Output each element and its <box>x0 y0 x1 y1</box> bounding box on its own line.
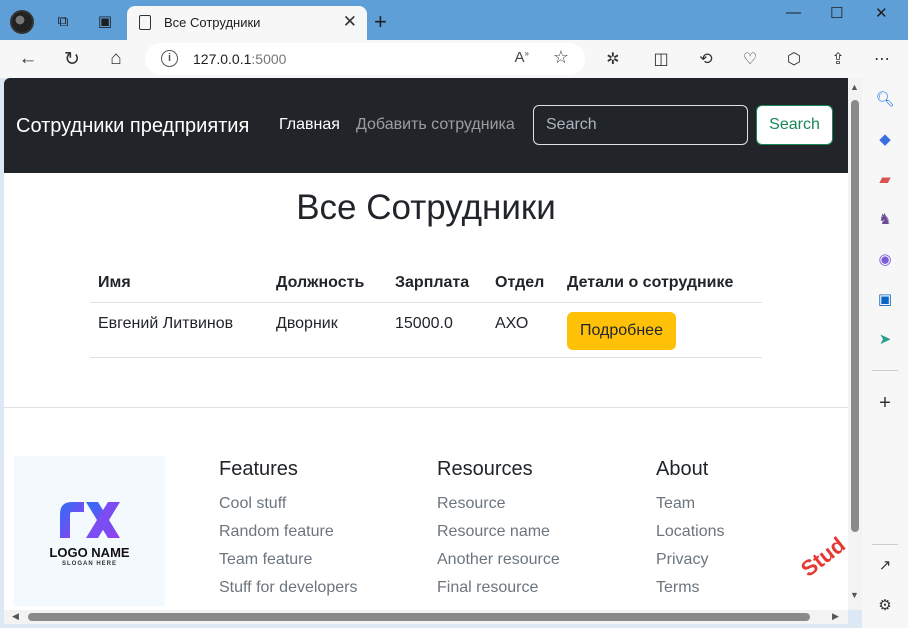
scroll-left-icon[interactable]: ◀ <box>12 611 19 622</box>
settings-gear-icon[interactable]: ⚙ <box>874 594 896 616</box>
footer-link[interactable]: Random feature <box>219 523 357 551</box>
footer-column-about: About Team Locations Privacy Terms <box>656 458 725 607</box>
extensions-icon[interactable]: ✲ <box>602 48 624 70</box>
sidebar-divider <box>872 370 898 371</box>
tools-briefcase-icon[interactable]: ▰ <box>874 168 896 190</box>
split-screen-icon[interactable]: ◫ <box>650 48 672 70</box>
header-divider <box>90 302 762 303</box>
footer-column-title: Features <box>219 458 298 480</box>
read-aloud-icon[interactable]: A» <box>515 49 529 66</box>
browser-toolbar: ← ↻ ⌂ i 127.0.0.1:5000 A» ☆ ✲ ◫ ⟲ ♡ ⬡ ⇪ … <box>0 40 908 78</box>
footer-link[interactable]: Team feature <box>219 551 357 579</box>
column-header-details: Детали о сотруднике <box>567 274 734 291</box>
footer-divider <box>4 407 848 408</box>
navbar-brand[interactable]: Сотрудники предприятия <box>16 115 249 138</box>
send-icon[interactable]: ➤ <box>874 328 896 350</box>
open-external-icon[interactable]: ↗ <box>874 554 896 576</box>
active-tab[interactable]: Все Сотрудники ✕ <box>127 6 367 40</box>
cell-department: АХО <box>495 315 529 332</box>
nav-link-add-employee[interactable]: Добавить сотрудника <box>356 116 515 134</box>
watermark: Stud <box>796 531 848 582</box>
site-info-icon[interactable]: i <box>161 50 178 67</box>
maximize-icon[interactable]: ☐ <box>830 4 843 22</box>
back-icon[interactable]: ← <box>14 45 42 73</box>
minimize-icon[interactable]: — <box>786 4 801 21</box>
close-window-icon[interactable]: ✕ <box>875 4 888 22</box>
copilot-icon[interactable]: ◉ <box>874 248 896 270</box>
footer-link[interactable]: Stuff for developers <box>219 579 357 607</box>
column-header-name: Имя <box>98 274 131 291</box>
page-title: Все Сотрудники <box>296 188 556 227</box>
vertical-scrollbar[interactable]: ▲ ▼ <box>848 78 862 610</box>
footer-column-resources: Resources Resource Resource name Another… <box>437 458 560 607</box>
search-input[interactable]: Search <box>533 105 748 145</box>
sidebar-divider <box>872 544 898 545</box>
footer-link[interactable]: Team <box>656 495 725 523</box>
page-icon <box>139 15 151 30</box>
vertical-scroll-thumb[interactable] <box>851 100 859 532</box>
logo-slogan: SLOGAN HERE <box>61 561 117 567</box>
browser-sidebar: 🔍︎ ◆ ▰ ♞ ◉ ▣ ➤ + ↗ ⚙ <box>862 78 908 628</box>
footer-column-features: Features Cool stuff Random feature Team … <box>219 458 357 607</box>
performance-icon[interactable]: ♡ <box>739 48 761 70</box>
cell-position: Дворник <box>276 315 338 332</box>
games-icon[interactable]: ♞ <box>874 208 896 230</box>
horizontal-scrollbar[interactable]: ◀ ▶ <box>4 610 848 624</box>
browser-tab-bar: ⧉ ▣ Все Сотрудники ✕ + — ☐ ✕ <box>0 0 908 40</box>
history-icon[interactable]: ⟲ <box>695 48 717 70</box>
new-tab-icon[interactable]: + <box>374 9 387 35</box>
browser-essentials-icon[interactable]: ⬡ <box>783 48 805 70</box>
column-header-position: Должность <box>276 274 365 291</box>
scroll-down-icon[interactable]: ▼ <box>850 590 859 600</box>
footer-column-title: About <box>656 458 709 480</box>
logo-mark-icon <box>60 502 120 538</box>
footer-column-title: Resources <box>437 458 533 480</box>
footer-link[interactable]: Another resource <box>437 551 560 579</box>
row-divider <box>90 357 762 358</box>
nav-link-home[interactable]: Главная <box>279 116 340 134</box>
shopping-tag-icon[interactable]: ◆ <box>874 128 896 150</box>
share-icon[interactable]: ⇪ <box>827 48 849 70</box>
favorite-star-icon[interactable]: ☆ <box>553 47 569 68</box>
footer-link[interactable]: Privacy <box>656 551 725 579</box>
footer-link[interactable]: Terms <box>656 579 725 607</box>
search-icon[interactable]: 🔍︎ <box>874 88 896 110</box>
workspaces-icon[interactable]: ⧉ <box>52 10 74 32</box>
column-header-department: Отдел <box>495 274 545 291</box>
footer-link[interactable]: Resource <box>437 495 560 523</box>
search-button[interactable]: Search <box>756 105 833 145</box>
footer-logo[interactable]: LOGO NAME SLOGAN HERE <box>14 456 165 606</box>
close-tab-icon[interactable]: ✕ <box>343 12 357 32</box>
cell-salary: 15000.0 <box>395 315 453 332</box>
horizontal-scroll-thumb[interactable] <box>28 613 810 621</box>
refresh-icon[interactable]: ↻ <box>58 45 86 73</box>
page-viewport: Сотрудники предприятия Главная Добавить … <box>4 78 848 610</box>
scroll-up-icon[interactable]: ▲ <box>850 82 859 92</box>
site-navbar: Сотрудники предприятия Главная Добавить … <box>4 78 848 173</box>
address-bar[interactable]: i 127.0.0.1:5000 A» ☆ <box>145 43 585 75</box>
tab-actions-icon[interactable]: ▣ <box>94 10 116 32</box>
url-text: 127.0.0.1:5000 <box>193 51 287 67</box>
column-header-salary: Зарплата <box>395 274 470 291</box>
scroll-right-icon[interactable]: ▶ <box>832 611 839 622</box>
outlook-icon[interactable]: ▣ <box>874 288 896 310</box>
profile-avatar[interactable] <box>10 10 34 34</box>
footer-link[interactable]: Final resource <box>437 579 560 607</box>
footer-link[interactable]: Locations <box>656 523 725 551</box>
home-icon[interactable]: ⌂ <box>102 45 130 73</box>
cell-name: Евгений Литвинов <box>98 315 234 332</box>
footer-link[interactable]: Cool stuff <box>219 495 357 523</box>
footer-link[interactable]: Resource name <box>437 523 560 551</box>
add-icon[interactable]: + <box>874 392 896 414</box>
logo-name: LOGO NAME <box>49 545 130 560</box>
more-menu-icon[interactable]: ⋯ <box>871 48 893 70</box>
details-button[interactable]: Подробнее <box>567 312 676 350</box>
tab-title: Все Сотрудники <box>164 15 261 30</box>
